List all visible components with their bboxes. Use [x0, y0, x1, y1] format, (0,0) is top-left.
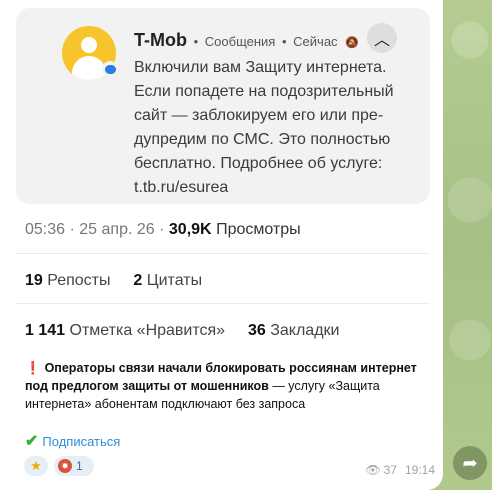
- reaction-star[interactable]: ★: [24, 456, 48, 476]
- exclamation-icon: ❗: [25, 361, 41, 375]
- notification-body: Включили вам Защиту интернета. Если попа…: [134, 59, 394, 196]
- quotes-count: 2: [133, 272, 143, 289]
- avatar-head: [81, 37, 97, 53]
- views-count: 30,9K: [168, 221, 212, 238]
- app-name: T-Mob: [134, 30, 187, 50]
- reposts-count: 19: [25, 272, 43, 289]
- post-date: 25 апр. 26: [79, 221, 155, 238]
- likes-count: 1 141: [25, 322, 66, 339]
- post-date-views: 05:36 · 25 апр. 26 · 30,9K Просмотры: [25, 221, 301, 238]
- checkmark-icon: ✔: [25, 433, 39, 450]
- reaction-fire[interactable]: ✸ 1: [54, 456, 94, 476]
- likes-link[interactable]: 1 141 Отметка «Нравится»: [25, 322, 230, 339]
- quotes-label: Цитаты: [146, 272, 203, 289]
- headline-text: ❗ Операторы связи начали блокировать росс…: [25, 359, 430, 413]
- notification-time: Сейчас: [293, 34, 338, 49]
- message-meta: 👁 37 19:14: [365, 463, 435, 477]
- reaction-count: 1: [76, 459, 83, 473]
- message-badge-icon: [102, 61, 118, 77]
- share-arrow-icon: ➦: [462, 452, 478, 473]
- post-time: 05:36: [25, 221, 66, 238]
- star-icon: ★: [30, 458, 42, 473]
- bookmarks-count: 36: [247, 322, 266, 339]
- fire-avatar-icon: ✸: [58, 459, 72, 473]
- message-time: 19:14: [404, 463, 435, 477]
- subscribe-label: Подписаться: [42, 434, 121, 449]
- message-views: 37: [383, 463, 397, 477]
- share-button[interactable]: ➦: [453, 446, 487, 480]
- likes-bookmarks-row: 1 141 Отметка «Нравится» 36 Закладки: [25, 322, 339, 340]
- notification-category: Сообщения: [204, 34, 276, 49]
- notification-screenshot: T-Mob • Сообщения • Сейчас 🔕 ︿ Включили …: [16, 8, 430, 204]
- message-bubble: T-Mob • Сообщения • Сейчас 🔕 ︿ Включили …: [0, 0, 443, 490]
- chevron-up-icon: ︿: [373, 32, 390, 49]
- likes-label: Отметка «Нравится»: [69, 322, 226, 339]
- bell-muted-icon: 🔕: [345, 37, 359, 49]
- reposts-label: Репосты: [47, 272, 111, 289]
- notification-header: T-Mob • Сообщения • Сейчас 🔕: [134, 30, 359, 50]
- subscribe-link[interactable]: ✔ Подписаться: [25, 431, 120, 451]
- quotes-link[interactable]: 2 Цитаты: [133, 272, 202, 289]
- views-label: Просмотры: [216, 221, 301, 238]
- eye-icon: 👁: [365, 463, 381, 477]
- bookmarks-link[interactable]: 36 Закладки: [248, 322, 340, 339]
- reposts-link[interactable]: 19 Репосты: [25, 272, 115, 289]
- collapse-button[interactable]: ︿: [367, 23, 397, 53]
- reposts-quotes-row: 19 Репосты 2 Цитаты: [25, 272, 202, 290]
- avatar-shoulders: [72, 56, 106, 80]
- divider: [16, 253, 430, 254]
- bookmarks-label: Закладки: [270, 322, 340, 339]
- divider: [16, 303, 430, 304]
